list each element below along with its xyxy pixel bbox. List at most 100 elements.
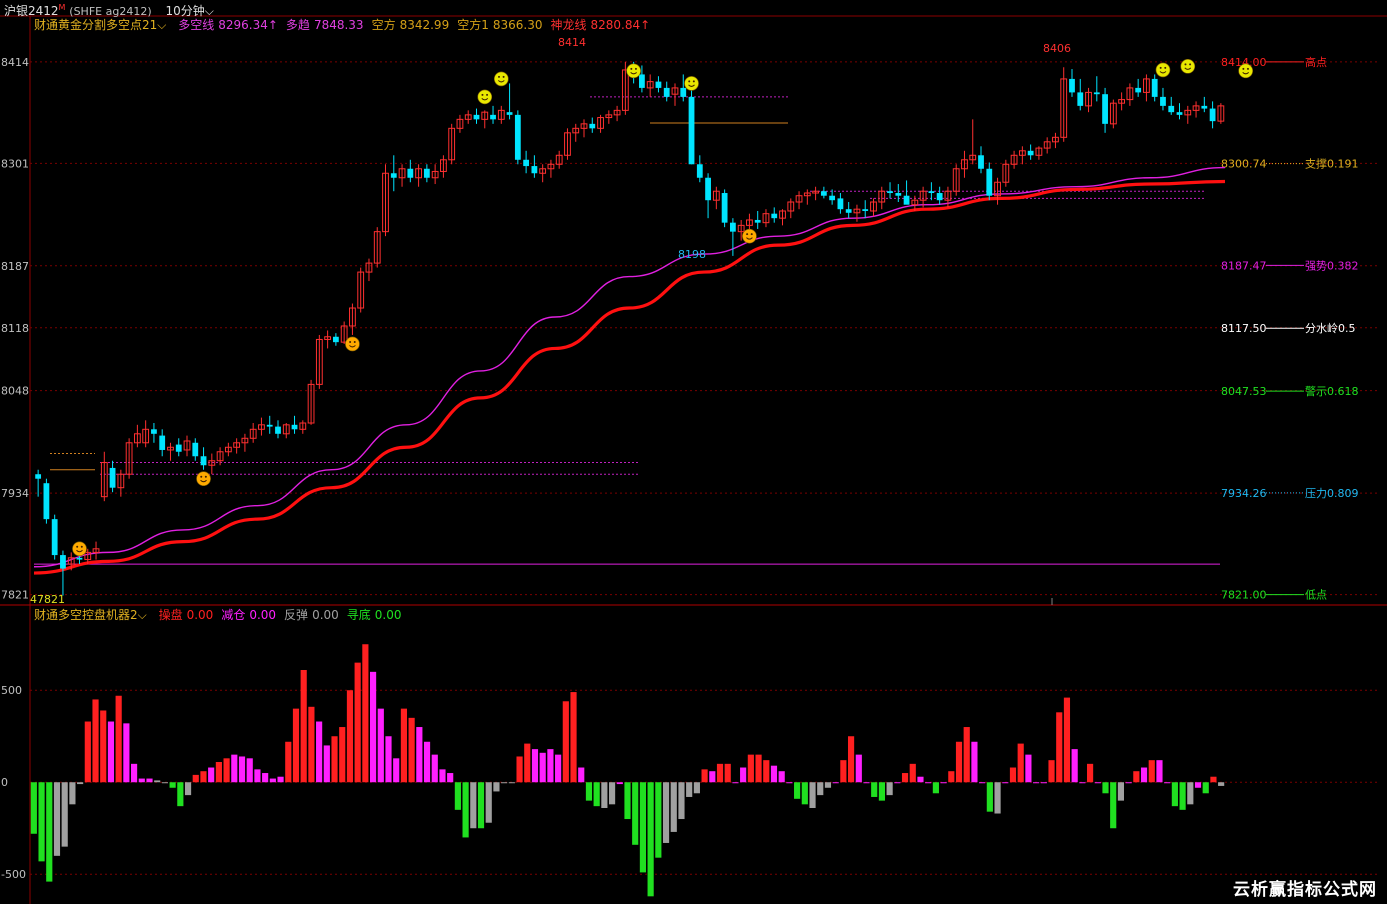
candle-body bbox=[200, 456, 207, 466]
histogram-bar bbox=[624, 782, 631, 820]
candle-body bbox=[705, 177, 711, 201]
level-label: 强势0.382 bbox=[1305, 259, 1359, 272]
histogram-bar bbox=[77, 782, 84, 785]
histogram-bar bbox=[262, 773, 269, 783]
candle-body bbox=[895, 193, 902, 196]
smiley-eye bbox=[502, 75, 505, 78]
histogram-bar bbox=[701, 769, 708, 783]
histogram-bar bbox=[794, 782, 801, 799]
histogram-bar bbox=[177, 782, 184, 807]
histogram-bar bbox=[917, 776, 924, 783]
sub-indicator-item-label: 反弹 bbox=[284, 608, 309, 622]
smiley-eye bbox=[1189, 63, 1192, 66]
candle-body bbox=[978, 155, 984, 169]
candle-body bbox=[688, 96, 695, 165]
candle-body bbox=[887, 191, 893, 194]
histogram-bar bbox=[447, 773, 454, 783]
histogram-bar bbox=[277, 776, 284, 783]
symbol-flag: M bbox=[58, 3, 66, 12]
y-tick-label: 8187 bbox=[1, 260, 29, 273]
main-indicator-name[interactable]: 财通黄金分割多空点21 bbox=[34, 18, 157, 32]
high-label: 8414 bbox=[558, 36, 586, 49]
candle-body bbox=[473, 114, 480, 120]
level-price: 8117.50 bbox=[1221, 322, 1267, 335]
histogram-bar bbox=[269, 778, 276, 783]
histogram-bar bbox=[115, 695, 122, 783]
sub-y-tick-label: 0 bbox=[1, 776, 8, 789]
smiley-eye bbox=[1246, 67, 1249, 70]
main-indicator-item-label: 空方1 bbox=[457, 18, 489, 32]
smiley-icon bbox=[72, 541, 87, 557]
sub-indicator-item-value: 0.00 bbox=[186, 608, 214, 622]
histogram-bar bbox=[963, 727, 970, 783]
histogram-bar bbox=[454, 782, 461, 810]
histogram-bar bbox=[1218, 782, 1225, 786]
chevron-down-icon[interactable]: ⌵ bbox=[157, 18, 166, 32]
histogram-bar bbox=[192, 774, 199, 783]
y-tick-label: 8048 bbox=[1, 385, 29, 398]
candle-body bbox=[928, 191, 935, 194]
candle-body bbox=[490, 114, 496, 120]
histogram-bar bbox=[493, 782, 500, 792]
histogram-bar bbox=[354, 662, 361, 783]
histogram-bar bbox=[485, 782, 492, 823]
histogram-bar bbox=[832, 782, 839, 784]
level-label: 警示0.618 bbox=[1305, 384, 1359, 398]
main-indicator-item-label: 空方 bbox=[371, 18, 396, 32]
histogram-bar bbox=[169, 782, 176, 788]
main-indicator-item-value: 7848.33 bbox=[313, 18, 364, 32]
histogram-bar bbox=[300, 670, 307, 783]
histogram-bar bbox=[161, 782, 169, 784]
candle-body bbox=[696, 164, 703, 178]
histogram-bar bbox=[92, 699, 99, 783]
histogram-bar bbox=[1009, 767, 1017, 783]
candle-body bbox=[729, 222, 736, 232]
level-price: 8300.74 bbox=[1221, 158, 1267, 171]
level-label: 支撑0.191 bbox=[1305, 157, 1359, 171]
histogram-bar bbox=[855, 754, 862, 783]
sub-indicator-item-value: 0.00 bbox=[374, 608, 402, 622]
histogram-bar bbox=[531, 749, 539, 783]
level-label: 低点 bbox=[1305, 589, 1327, 602]
histogram-bar bbox=[824, 782, 832, 788]
histogram-bar bbox=[30, 782, 37, 834]
smiley-eye bbox=[204, 475, 207, 478]
sub-y-tick-label: -500 bbox=[1, 868, 26, 881]
main-indicator-item-value: 8280.84↑ bbox=[590, 18, 651, 32]
period-selector[interactable]: 10分钟⌵ bbox=[165, 4, 213, 18]
histogram-bar bbox=[477, 782, 485, 829]
histogram-bar bbox=[439, 769, 446, 783]
histogram-bar bbox=[516, 756, 523, 783]
candle-body bbox=[1069, 78, 1075, 93]
histogram-bar bbox=[747, 754, 754, 783]
histogram-bar bbox=[308, 706, 315, 783]
histogram-bar bbox=[770, 765, 778, 783]
histogram-bar bbox=[971, 741, 978, 783]
histogram-bar bbox=[215, 762, 222, 783]
smiley-icon bbox=[196, 471, 211, 487]
sub-indicator-header: 财通多空控盘机器2⌵ 操盘 0.00 减仓 0.00 反弹 0.00 寻底 0.00 bbox=[34, 607, 402, 623]
histogram-bar bbox=[53, 782, 61, 856]
chevron-down-icon[interactable]: ⌵ bbox=[205, 4, 214, 18]
histogram-bar bbox=[940, 782, 947, 784]
stock-chart[interactable]: 84148301818781188048793478218414.00 高点830… bbox=[0, 0, 1387, 904]
histogram-bar bbox=[601, 782, 608, 808]
histogram-bar bbox=[539, 752, 546, 783]
histogram-bar bbox=[254, 769, 261, 783]
histogram-bar bbox=[894, 782, 901, 784]
histogram-bar bbox=[1094, 782, 1101, 784]
smiley-eye bbox=[80, 545, 83, 548]
histogram-bar bbox=[1202, 782, 1209, 794]
chevron-down-icon[interactable]: ⌵ bbox=[138, 608, 147, 622]
candle-body bbox=[1176, 112, 1183, 115]
candle-body bbox=[151, 429, 157, 434]
smiley-eye bbox=[1164, 66, 1167, 69]
smiley-eye bbox=[688, 80, 691, 83]
candle-body bbox=[837, 198, 844, 210]
histogram-bar bbox=[69, 782, 76, 805]
sub-indicator-name[interactable]: 财通多空控盘机器2 bbox=[34, 608, 138, 622]
histogram-bar bbox=[639, 782, 647, 873]
histogram-bar bbox=[570, 692, 577, 783]
symbol-name[interactable]: 沪银2412 bbox=[4, 4, 59, 18]
histogram-bar bbox=[670, 782, 677, 832]
